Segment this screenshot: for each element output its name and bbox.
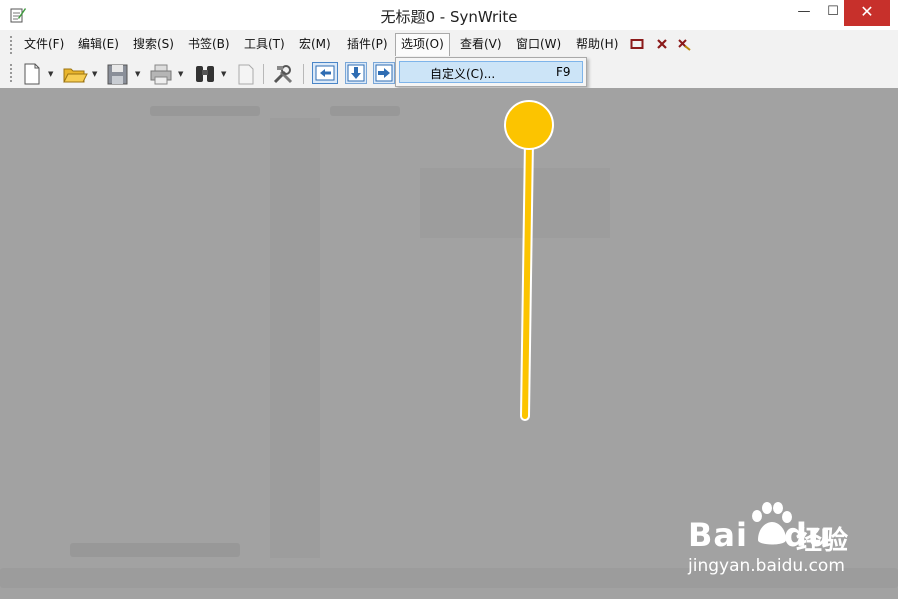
paw-icon (752, 502, 792, 545)
watermark-cn: 经验 (796, 526, 849, 556)
watermark-brand: Bai (688, 516, 748, 554)
watermark-url: jingyan.baidu.com (688, 556, 845, 576)
baidu-watermark: Bai du 经验 jingyan.baidu.com (688, 500, 888, 580)
